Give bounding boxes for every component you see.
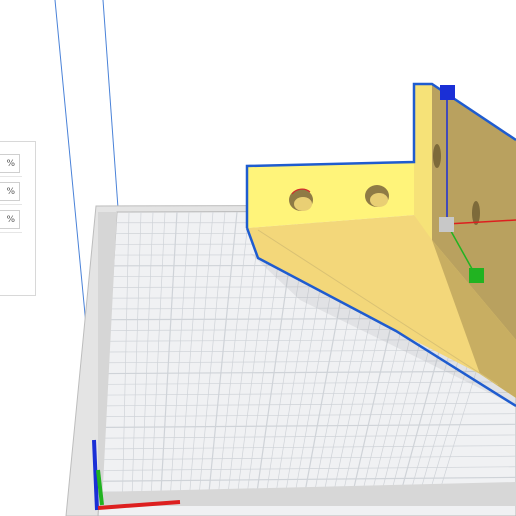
scale-z-unit: %: [6, 214, 15, 225]
scale-x-field[interactable]: %: [0, 154, 20, 173]
y-axis-arrow-icon[interactable]: [469, 268, 484, 283]
gizmo-center-handle[interactable]: [439, 217, 454, 232]
build-volume-edge-right: [102, 0, 119, 209]
scale-y-field[interactable]: %: [0, 182, 20, 201]
divider: [0, 232, 22, 233]
scale-y-unit: %: [6, 186, 15, 197]
divider: [0, 176, 22, 177]
divider: [0, 204, 22, 205]
scale-panel: % % %: [0, 141, 36, 296]
scale-z-field[interactable]: %: [0, 210, 20, 229]
scale-x-unit: %: [6, 158, 15, 169]
3d-viewport[interactable]: [0, 0, 516, 516]
z-axis-arrow-icon[interactable]: [440, 85, 455, 100]
model-face-wall-front: [414, 84, 432, 240]
